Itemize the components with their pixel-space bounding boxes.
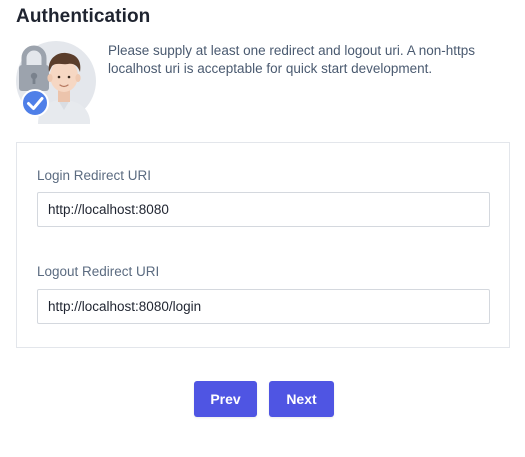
next-button[interactable]: Next <box>269 381 334 417</box>
avatar-illustration <box>16 40 98 124</box>
login-redirect-input[interactable] <box>37 192 490 227</box>
logout-redirect-label: Logout Redirect URI <box>37 264 160 279</box>
checkmark-badge-icon <box>21 89 49 117</box>
page-title: Authentication <box>16 6 151 27</box>
login-redirect-label: Login Redirect URI <box>37 168 152 183</box>
prev-button[interactable]: Prev <box>194 381 257 417</box>
redirect-uri-form: Login Redirect URI Logout Redirect URI <box>16 142 510 348</box>
user-avatar-icon <box>16 41 96 124</box>
intro-description: Please supply at least one redirect and … <box>108 43 475 76</box>
authentication-page: Authentication Please supply at least on… <box>0 0 525 457</box>
intro-section: Please supply at least one redirect and … <box>16 40 516 124</box>
logout-redirect-input[interactable] <box>37 289 490 324</box>
